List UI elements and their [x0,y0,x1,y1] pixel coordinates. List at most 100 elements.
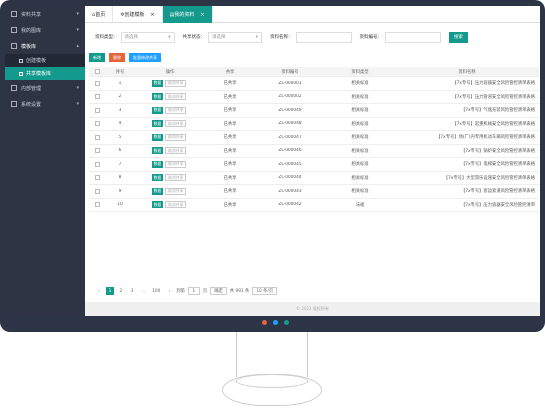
download-button[interactable]: 数据 [151,79,164,87]
total-count: 共 991 条 [229,289,250,294]
row-checkbox[interactable] [94,107,100,113]
sidebar-item-internal[interactable]: 内部管理 ▾ [5,80,85,96]
close-icon[interactable]: × [150,12,154,18]
name-input[interactable] [295,31,352,43]
per-page-select[interactable]: 10 条/页 [252,287,278,295]
cancel-share-button[interactable]: 取消共享 [165,201,187,209]
row-code: ZL-000002 [278,94,302,100]
goto-confirm-button[interactable]: 确定 [210,287,227,295]
row-type: 相关标准 [351,108,369,114]
select-all-checkbox[interactable] [94,69,100,74]
type-label: 资料类型： [95,35,118,40]
download-button[interactable]: 数据 [151,93,164,101]
prev-page-button[interactable]: ‹ [95,287,103,295]
download-button[interactable]: 数据 [151,106,164,114]
row-type: 相关标准 [351,121,369,127]
row-type: 相关标准 [351,81,369,87]
download-button[interactable]: 数据 [151,133,164,141]
goto-label: 到第 [176,289,185,294]
share-select[interactable]: 请选择 ▾ [208,31,262,43]
cancel-share-button[interactable]: 取消共享 [165,120,187,128]
tab-create-template[interactable]: ✲ 创建模板 × [113,6,163,23]
batch-share-button[interactable]: 批量修改共享 [129,53,161,62]
cancel-share-button[interactable]: 取消共享 [165,147,187,155]
cancel-share-button[interactable]: 取消共享 [165,133,187,141]
folder-icon [11,27,17,33]
page-button[interactable]: 100 [150,287,162,295]
data-table: 序号 操作 共享 资料编号 资料类型 资料名称 1 数据 取消共享 已共享 ZL-000… [89,67,539,212]
row-actions: 数据 取消共享 [135,79,205,87]
tab-home[interactable]: ⌂ 首页 [85,6,114,23]
file-icon [11,11,17,17]
row-checkbox[interactable] [94,80,100,86]
cancel-share-button[interactable]: 取消共享 [165,174,187,182]
cancel-share-button[interactable]: 取消共享 [165,160,187,168]
sidebar-item-templates[interactable]: 模板库 ▴ [5,38,85,54]
chevron-down-icon: ▾ [168,34,171,40]
table-header: 序号 操作 共享 资料编号 资料类型 资料名称 [89,67,539,77]
row-checkbox-cell [89,202,105,208]
row-name: 【7x专号】起重机械安全风险管控清单表格 [452,121,535,127]
sidebar-item-share[interactable]: 资料共享 ▾ [5,6,85,22]
row-type: 相关标准 [351,135,369,141]
row-type: 相关标准 [351,189,369,195]
row-checkbox[interactable] [94,202,100,208]
led-dot [273,320,278,325]
cancel-share-button[interactable]: 取消共享 [165,93,187,101]
row-actions: 数据 取消共享 [135,133,205,141]
page-button[interactable]: 2 [117,287,125,295]
row-seq: 3 [118,107,122,113]
download-button[interactable]: 数据 [151,120,164,128]
next-page-button[interactable]: › [165,287,173,295]
row-name: 【7x专号】客运索道风险管控清单表格 [460,189,535,195]
row-actions: 数据 取消共享 [135,160,205,168]
download-button[interactable]: 数据 [151,174,164,182]
monitor-neck [236,332,308,377]
delete-button[interactable]: 删除 [109,53,125,62]
page-unit-label: 页 [202,289,208,294]
table-row: 6 数据 取消共享 已共享 ZL-000046 相关标准 【7x专号】锅炉安全风险管控清单表… [89,145,539,158]
row-code: ZL-000042 [278,202,302,208]
row-checkbox[interactable] [94,175,100,181]
download-button[interactable]: 数据 [151,147,164,155]
table-row: 9 数据 取消共享 已共享 ZL-000043 相关标准 【7x专号】客运索道风险管控清单表… [89,185,539,199]
share-select-value: 请选择 [212,35,226,40]
sidebar-subitem-create-template[interactable]: 创建模板 [5,54,85,67]
add-button[interactable]: 新增 [89,53,105,62]
tab-bar: ⌂ 首页 ✲ 创建模板 × ▤ 我的资料 × [85,6,540,23]
row-checkbox-cell [89,121,105,127]
row-checkbox[interactable] [94,148,100,154]
row-checkbox-cell [89,161,105,167]
table-row: 8 数据 取消共享 已共享 ZL-000044 相关标准 【7x专号】大型游乐设施安全风险管… [89,172,539,185]
sidebar-item-gallery[interactable]: 我的图库 ▾ [5,22,85,38]
sidebar-subitem-shared-templates[interactable]: 共享模板库 [5,67,85,80]
row-checkbox[interactable] [94,121,100,127]
row-checkbox[interactable] [94,94,100,100]
cancel-share-button[interactable]: 取消共享 [165,79,187,87]
code-input[interactable] [385,31,441,43]
row-code: ZL-000044 [278,175,302,181]
page-number-input[interactable]: 1 [187,287,200,295]
row-shared: 已共享 [223,175,237,181]
sidebar-item-settings[interactable]: 系统设置 ▾ [5,96,85,112]
download-button[interactable]: 数据 [151,160,164,168]
page-button[interactable]: 3 [128,287,136,295]
row-checkbox[interactable] [94,188,100,194]
type-select[interactable]: 请选择 ▾ [120,31,175,43]
download-button[interactable]: 数据 [151,201,164,209]
tab-label: 首页 [95,12,106,18]
cancel-share-button[interactable]: 取消共享 [165,187,187,195]
table-row: 4 数据 取消共享 已共享 ZL-000048 相关标准 【7x专号】起重机械安全风险管控清… [89,118,539,131]
row-code: ZL-000048 [278,121,302,127]
search-button[interactable]: 搜索 [449,31,468,43]
download-button[interactable]: 数据 [151,187,164,195]
close-icon[interactable]: × [200,12,204,18]
page-button[interactable]: 1 [106,287,114,295]
row-shared: 已共享 [223,81,237,87]
row-checkbox[interactable] [94,134,100,140]
cancel-share-button[interactable]: 取消共享 [165,106,187,114]
sidebar-item-label: 系统设置 [21,101,42,108]
row-checkbox[interactable] [94,161,100,167]
row-checkbox-cell [89,80,105,86]
tab-my-files[interactable]: ▤ 我的资料 × [162,6,213,23]
